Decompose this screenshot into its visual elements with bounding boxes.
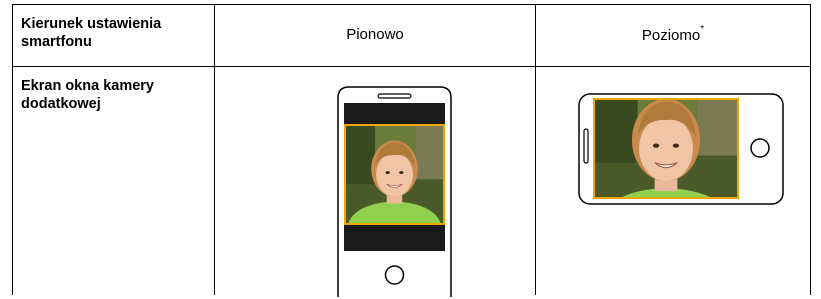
- landscape-header-wrap: Poziomo*: [536, 5, 810, 44]
- portrait-phone-illustration: [337, 86, 452, 298]
- sub-camera-screen-label: Ekran okna kamery dodatkowej: [21, 78, 154, 112]
- landscape-header-cell: Poziomo*: [535, 4, 811, 67]
- portrait-header-cell: Pionowo: [214, 4, 536, 67]
- portrait-header: Pionowo: [346, 26, 404, 43]
- screen-row-label-cell: Ekran okna kamery dodatkowej: [12, 66, 215, 295]
- orientation-label: Kierunek ustawienia smartfonu: [21, 16, 162, 50]
- speaker-slot-icon: [583, 128, 589, 164]
- speaker-slot-icon: [377, 93, 412, 99]
- circle-home-button-icon: [750, 138, 770, 158]
- portrait-phone-svg: [337, 86, 452, 297]
- landscape-face-image: [595, 93, 737, 205]
- header-row: Kierunek ustawienia smartfonu Pionowo Po…: [12, 4, 811, 67]
- landscape-header: Poziomo: [641, 27, 701, 44]
- footnote-mark: *: [700, 24, 705, 35]
- circle-home-button-icon: [384, 265, 405, 285]
- landscape-phone-svg: [578, 93, 784, 205]
- header-row-label-cell: Kierunek ustawienia smartfonu: [12, 4, 215, 67]
- landscape-phone-illustration: [578, 93, 784, 205]
